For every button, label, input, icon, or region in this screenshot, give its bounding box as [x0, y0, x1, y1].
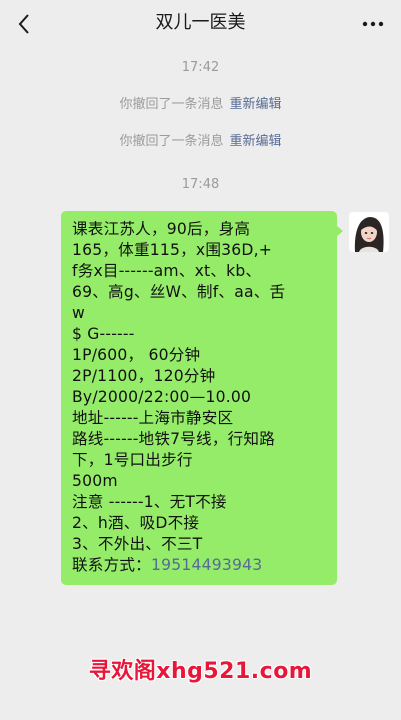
- more-button[interactable]: [359, 12, 387, 36]
- message-line: 注意 ------1、无T不接: [72, 493, 227, 511]
- phone-link[interactable]: 19514493943: [151, 556, 262, 574]
- avatar[interactable]: [349, 212, 389, 252]
- message-bubble[interactable]: 课表江苏人，90后，身高 165，体重115，x围36D,+ f务x目-----…: [61, 211, 343, 585]
- message-line: 地址------上海市静安区: [72, 409, 234, 427]
- recall-text: 你撤回了一条消息: [119, 97, 224, 112]
- top-bar: 双儿一医美: [0, 0, 401, 48]
- timestamp: 17:42: [181, 60, 220, 75]
- message-line: 165，体重115，x围36D,+: [72, 241, 272, 259]
- message-line: 69、高g、丝W、制f、aa、舌: [72, 283, 286, 301]
- reedit-link[interactable]: 重新编辑: [230, 97, 282, 112]
- message-line: 课表江苏人，90后，身高: [72, 220, 251, 238]
- message-line: 3、不外出、不三T: [72, 535, 203, 553]
- avatar-image: [349, 212, 389, 252]
- message-line: 2P/1100，120分钟: [72, 367, 216, 385]
- watermark-text: 寻欢阁xhg521.com: [88, 659, 313, 684]
- message-line: 1P/600， 60分钟: [72, 346, 201, 364]
- chat-title: 双儿一医美: [155, 12, 246, 33]
- contact-label: 联系方式：: [72, 556, 151, 574]
- recall-text: 你撤回了一条消息: [119, 134, 224, 149]
- message-line: 下，1号口出步行: [72, 451, 193, 469]
- message-line: w: [72, 304, 85, 322]
- timestamp: 17:48: [181, 177, 220, 192]
- recall-notice: 你撤回了一条消息 重新编辑: [0, 93, 401, 112]
- message-line: By/2000/22:00—10.00: [72, 388, 252, 406]
- more-dots-icon: [362, 21, 384, 27]
- message-line: 2、h酒、吸D不接: [72, 514, 200, 532]
- message-line: 500m: [72, 472, 118, 490]
- recall-notice: 你撤回了一条消息 重新编辑: [0, 130, 401, 149]
- contact-line: 联系方式：19514493943: [72, 555, 327, 576]
- reedit-link[interactable]: 重新编辑: [230, 134, 282, 149]
- message-line: f务x目------am、xt、kb、: [72, 262, 262, 280]
- message-line: $ G------: [72, 325, 135, 343]
- message-line: 路线------地铁7号线，行知路: [72, 430, 276, 448]
